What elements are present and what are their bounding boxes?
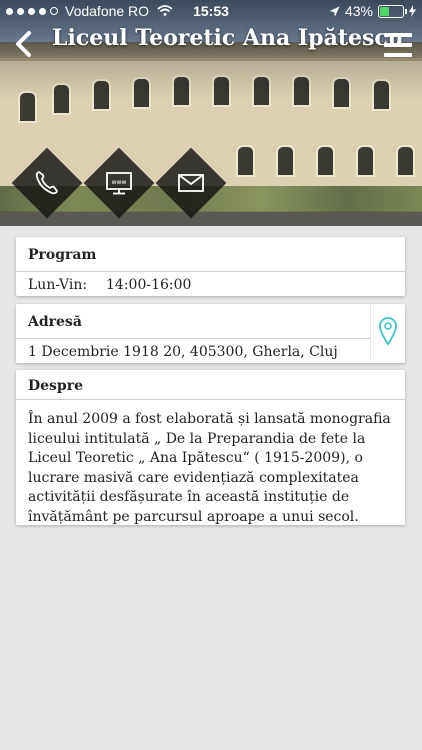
www-monitor-icon: www bbox=[106, 172, 132, 195]
website-button[interactable]: www bbox=[83, 147, 155, 219]
page-title: Liceul Teoretic Ana Ipătescu bbox=[52, 25, 404, 51]
map-button[interactable] bbox=[370, 304, 405, 360]
quick-actions: www bbox=[11, 147, 227, 219]
location-arrow-icon bbox=[329, 6, 340, 16]
battery-percent: 43% bbox=[344, 3, 373, 19]
about-title: Despre bbox=[28, 378, 84, 394]
divider bbox=[16, 338, 371, 339]
program-title: Program bbox=[28, 247, 97, 263]
status-right: 43% bbox=[329, 3, 416, 19]
address-value: 1 Decembrie 1918 20, 405300, Gherla, Clu… bbox=[28, 344, 338, 360]
about-card: Despre În anul 2009 a fost elaborată și … bbox=[16, 370, 405, 525]
address-title: Adresă bbox=[28, 314, 82, 330]
map-pin-icon bbox=[379, 317, 397, 346]
program-hours: 14:00-16:00 bbox=[106, 277, 192, 293]
envelope-icon bbox=[178, 174, 204, 192]
battery-fill bbox=[380, 6, 389, 16]
email-button[interactable] bbox=[155, 147, 227, 219]
about-text: În anul 2009 a fost elaborată și lansată… bbox=[28, 411, 391, 525]
call-button[interactable] bbox=[11, 147, 83, 219]
divider bbox=[16, 271, 405, 272]
battery-icon bbox=[378, 4, 407, 18]
divider bbox=[16, 399, 405, 400]
back-chevron-icon[interactable] bbox=[10, 30, 36, 58]
status-bar: Vodafone RO 15:53 43% bbox=[0, 0, 422, 22]
address-card: Adresă 1 Decembrie 1918 20, 405300, Gher… bbox=[16, 304, 405, 363]
svg-text:www: www bbox=[112, 179, 127, 186]
charging-bolt-icon bbox=[409, 5, 416, 17]
hamburger-menu-icon[interactable] bbox=[384, 33, 412, 57]
program-day-label: Lun-Vin: bbox=[28, 277, 88, 293]
program-card: Program Lun-Vin: 14:00-16:00 bbox=[16, 237, 405, 296]
nav-bar: Liceul Teoretic Ana Ipătescu bbox=[0, 22, 422, 66]
phone-icon bbox=[35, 171, 58, 195]
